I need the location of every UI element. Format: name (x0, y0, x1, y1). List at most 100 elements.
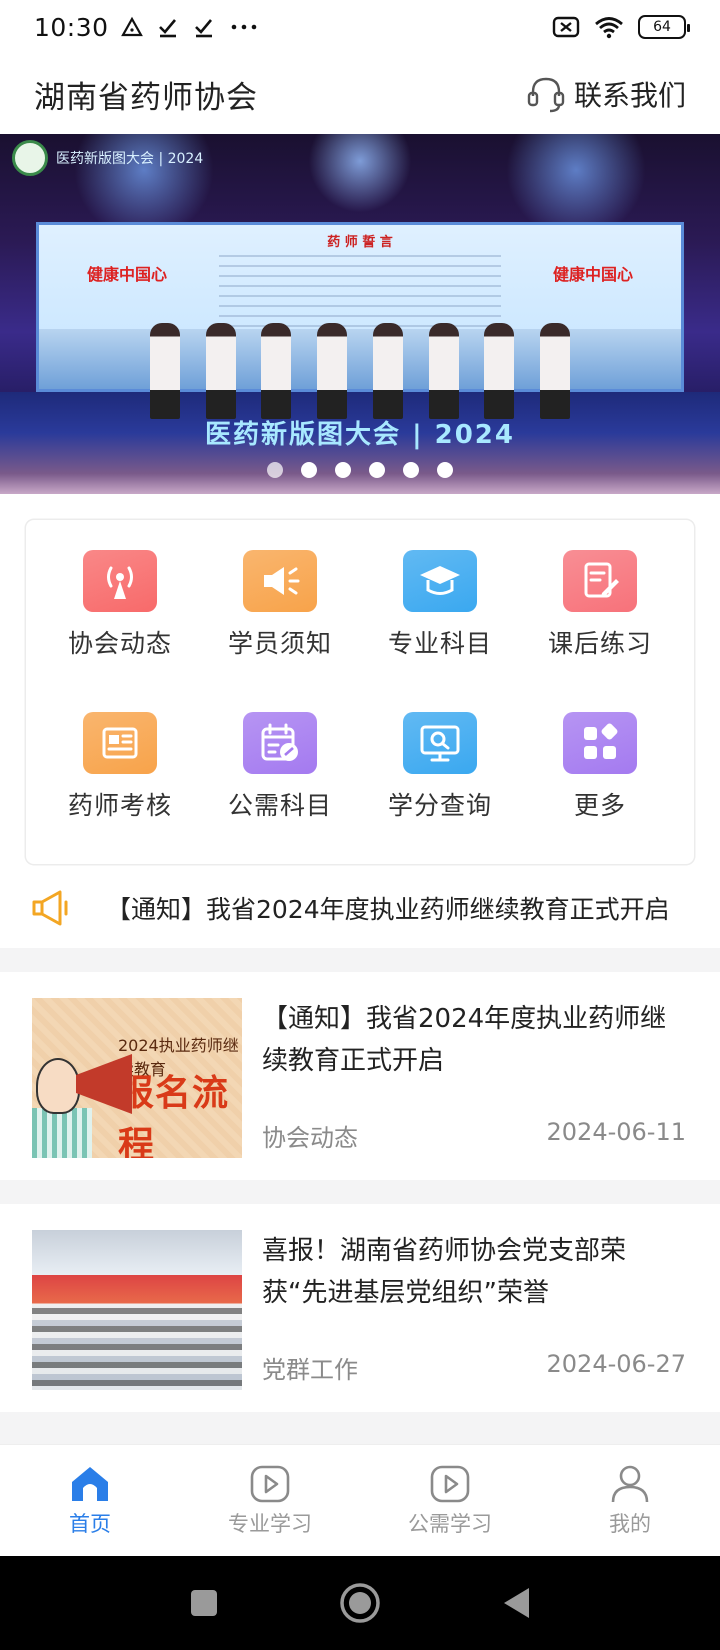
grid-item-4[interactable]: 课后练习 (520, 520, 680, 660)
divider (0, 1412, 720, 1444)
grid-item-8[interactable]: 更多 (520, 682, 680, 822)
association-logo-icon (12, 140, 48, 176)
recent-apps-icon[interactable] (189, 1588, 219, 1618)
announcement-icon (32, 890, 68, 926)
grid-item-label: 课后练习 (547, 629, 652, 658)
back-icon[interactable] (501, 1586, 531, 1620)
status-bar: 10:30 64 (0, 0, 720, 54)
grid-item-label: 学员须知 (227, 629, 332, 658)
screen-title: 药 师 誓 言 (327, 235, 393, 250)
illustration-face (36, 1058, 80, 1114)
news-date: 2024-06-11 (546, 1118, 686, 1146)
home-icon (72, 1466, 108, 1501)
grid-item-7[interactable]: 学分查询 (360, 682, 520, 822)
carousel-dot[interactable] (403, 462, 419, 478)
news-date: 2024-06-27 (546, 1350, 686, 1378)
app-header: 湖南省药师协会 联系我们 (0, 54, 720, 134)
megaphone-icon (243, 550, 317, 612)
notice-text: 【通知】我省2024年度执业药师继续教育正式开启 (106, 895, 670, 924)
check-download-icon (194, 19, 212, 38)
battery-icon: 64 (638, 15, 690, 39)
monitor-search-icon (403, 712, 477, 774)
carousel-dot[interactable] (437, 462, 453, 478)
performer (372, 323, 403, 419)
divider (0, 948, 720, 972)
warning-triangle-icon (120, 16, 143, 37)
news-title: 喜报！湖南省药师协会党支部荣获“先进基层党组织”荣誉 (262, 1236, 627, 1308)
grid-item-label: 专业科目 (387, 629, 492, 658)
grid-item-6[interactable]: 公需科目 (200, 682, 360, 822)
home-button-icon[interactable] (339, 1582, 381, 1624)
performer (428, 323, 459, 419)
page-title: 湖南省药师协会 (34, 79, 258, 116)
feature-grid: 协会动态 学员须知 专业科目 课后练习药师考核 公需科目 学分查询 更多 (26, 520, 694, 864)
grid-item-1[interactable]: 协会动态 (40, 520, 200, 660)
stage-logo-text: 医药新版图大会 | 2024 (205, 420, 515, 450)
performer (484, 323, 515, 419)
carousel-dot[interactable] (267, 462, 283, 478)
news-category: 协会动态 (262, 1124, 358, 1152)
performer (205, 323, 236, 419)
divider (0, 1180, 720, 1204)
user-icon (611, 1465, 649, 1502)
tab-label: 首页 (69, 1511, 111, 1536)
wifi-icon (595, 17, 623, 39)
tab-home[interactable]: 首页 (0, 1445, 180, 1556)
tab-public-study[interactable]: 公需学习 (360, 1445, 540, 1556)
grid-item-label: 学分查询 (387, 791, 492, 820)
grid-item-label: 更多 (573, 791, 626, 820)
megaphone-illustration-icon (76, 1054, 132, 1114)
contact-us-button[interactable]: 联系我们 (526, 74, 686, 114)
banner-tag-text: 医药新版图大会 | 2024 (56, 151, 204, 167)
tab-label: 专业学习 (228, 1511, 312, 1536)
performer (150, 323, 180, 419)
banner-tag: 医药新版图大会 | 2024 (12, 140, 203, 176)
grid-item-3[interactable]: 专业科目 (360, 520, 520, 660)
document-edit-icon (563, 550, 637, 612)
news-thumbnail (32, 1230, 242, 1390)
carousel-dots (0, 462, 720, 478)
tab-mine[interactable]: 我的 (540, 1445, 720, 1556)
news-category: 党群工作 (262, 1356, 358, 1384)
tab-label: 我的 (609, 1511, 651, 1536)
system-nav-bar (0, 1556, 720, 1650)
graduation-cap-icon (403, 550, 477, 612)
bottom-tab-bar: 首页 专业学习 公需学习 我的 (0, 1444, 720, 1556)
performers (150, 309, 570, 419)
apps-icon (563, 712, 637, 774)
performer (317, 323, 348, 419)
news-item[interactable]: 2024执业药师继续教育 报名流程 【通知】我省2024年度执业药师继续教育正式… (0, 972, 720, 1180)
contact-us-label: 联系我们 (573, 79, 686, 112)
play-icon (250, 1465, 290, 1502)
tab-professional-study[interactable]: 专业学习 (180, 1445, 360, 1556)
notice-bar[interactable]: 【通知】我省2024年度执业药师继续教育正式开启 (0, 868, 720, 948)
status-system-icons: 64 (552, 15, 690, 39)
performer (539, 323, 570, 419)
screen-right-text: 健康中国心 (552, 265, 633, 284)
carousel-dot[interactable] (369, 462, 385, 478)
headset-icon (527, 77, 565, 113)
status-time: 10:30 (34, 12, 109, 42)
news-item[interactable]: 喜报！湖南省药师协会党支部荣获“先进基层党组织”荣誉 党群工作 2024-06-… (0, 1204, 720, 1412)
status-notification-icons (120, 16, 259, 38)
tab-label: 公需学习 (408, 1511, 492, 1536)
grid-item-label: 药师考核 (67, 791, 172, 820)
thumbnail-audience (32, 1308, 242, 1390)
newspaper-icon (83, 712, 157, 774)
screen-left-text: 健康中国心 (86, 265, 167, 284)
illustration-shirt (32, 1108, 92, 1158)
grid-item-label: 公需科目 (227, 791, 332, 820)
thumbnail-title: 报名流程 (118, 1073, 230, 1158)
news-title: 【通知】我省2024年度执业药师继续教育正式开启 (262, 1004, 667, 1076)
more-dots-icon (231, 24, 256, 30)
grid-item-5[interactable]: 药师考核 (40, 682, 200, 822)
carousel-dot[interactable] (301, 462, 317, 478)
banner-carousel[interactable]: 医药新版图大会 | 2024 药 师 誓 言 健康中国心 健康中国心 医药新版图… (0, 134, 720, 494)
performer (261, 323, 292, 419)
calendar-edit-icon (243, 712, 317, 774)
check-download-icon (158, 19, 176, 38)
play-icon (430, 1465, 470, 1502)
news-thumbnail: 2024执业药师继续教育 报名流程 (32, 998, 242, 1158)
carousel-dot[interactable] (335, 462, 351, 478)
grid-item-2[interactable]: 学员须知 (200, 520, 360, 660)
